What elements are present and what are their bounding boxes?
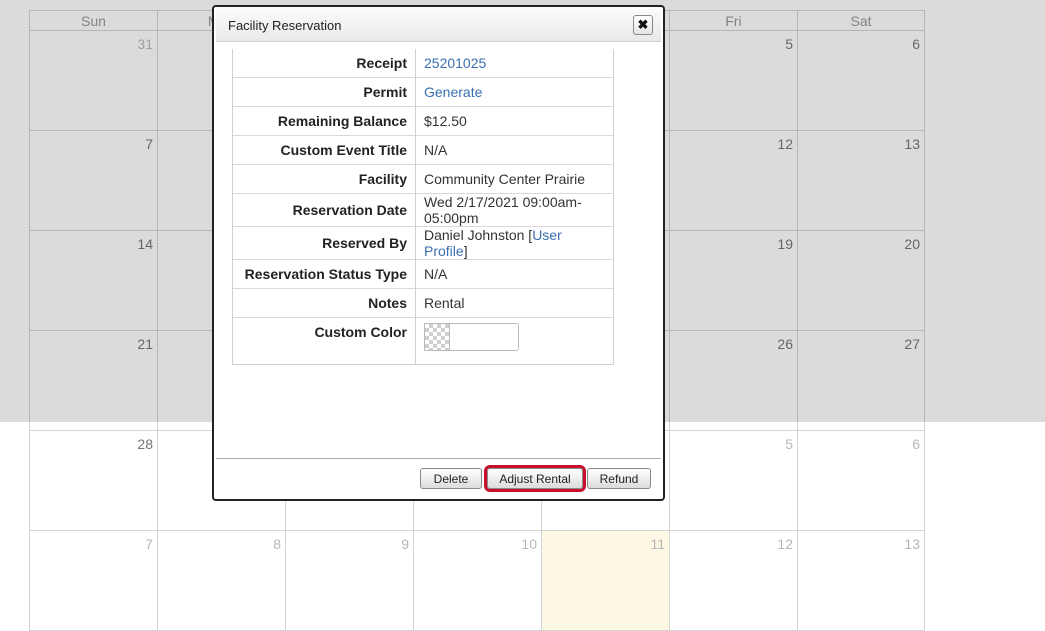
day-number: 5 <box>785 436 793 452</box>
notes-label: Notes <box>232 288 416 318</box>
day-number: 7 <box>145 536 153 552</box>
calendar-day-cell[interactable]: 10 <box>413 531 541 631</box>
calendar-day-cell[interactable]: 6 <box>797 431 925 531</box>
calendar-day-cell[interactable]: 7 <box>29 531 157 631</box>
close-icon[interactable]: ✖ <box>633 15 653 35</box>
dialog-header: Facility Reservation ✖ <box>216 9 661 42</box>
reservation-details-table: Receipt 25201025 Permit Generate Remaini… <box>232 49 614 365</box>
adjust-rental-button[interactable]: Adjust Rental <box>487 468 583 489</box>
calendar-day-cell[interactable]: 12 <box>669 531 797 631</box>
day-number: 10 <box>521 536 537 552</box>
remaining-balance-label: Remaining Balance <box>232 106 416 136</box>
custom-color-picker[interactable] <box>424 323 605 351</box>
day-number: 28 <box>137 436 153 452</box>
table-row: Custom Event Title N/A <box>232 135 614 165</box>
reservation-status-type-label: Reservation Status Type <box>232 259 416 289</box>
day-number: 9 <box>401 536 409 552</box>
bracket-close: ] <box>463 243 468 259</box>
table-row: Reserved By Daniel Johnston [User Profil… <box>232 226 614 260</box>
calendar-day-cell[interactable]: 8 <box>157 531 285 631</box>
receipt-label: Receipt <box>232 49 416 78</box>
custom-color-input[interactable] <box>449 323 519 351</box>
permit-label: Permit <box>232 77 416 107</box>
table-row: Reservation Status Type N/A <box>232 259 614 289</box>
table-row: Notes Rental <box>232 288 614 318</box>
calendar-day-cell[interactable]: 5 <box>669 431 797 531</box>
calendar-week-row: 7 8 9 10 11 12 13 <box>29 531 929 631</box>
table-row: Custom Color <box>232 317 614 365</box>
delete-button[interactable]: Delete <box>420 468 482 489</box>
facility-label: Facility <box>232 164 416 194</box>
reservation-date-value: Wed 2/17/2021 09:00am-05:00pm <box>415 193 614 227</box>
custom-event-title-label: Custom Event Title <box>232 135 416 165</box>
dialog-title: Facility Reservation <box>228 18 342 33</box>
reservation-status-type-value: N/A <box>415 259 614 289</box>
calendar-day-cell[interactable]: 11 <box>541 531 669 631</box>
custom-color-label: Custom Color <box>232 317 416 365</box>
day-number: 8 <box>273 536 281 552</box>
facility-value: Community Center Prairie <box>415 164 614 194</box>
reserved-by-value: Daniel Johnston [User Profile] <box>415 226 614 260</box>
day-number: 6 <box>912 436 920 452</box>
receipt-link[interactable]: 25201025 <box>424 55 486 71</box>
generate-permit-link[interactable]: Generate <box>424 84 482 100</box>
reservation-date-label: Reservation Date <box>232 193 416 227</box>
facility-reservation-dialog: Facility Reservation ✖ Receipt 25201025 … <box>212 5 665 501</box>
remaining-balance-value: $12.50 <box>415 106 614 136</box>
calendar-day-cell[interactable]: 28 <box>29 431 157 531</box>
table-row: Permit Generate <box>232 77 614 107</box>
reserved-by-label: Reserved By <box>232 226 416 260</box>
calendar-day-cell[interactable]: 9 <box>285 531 413 631</box>
dialog-footer: Delete Adjust Rental Refund <box>216 458 661 497</box>
day-number: 11 <box>650 536 665 552</box>
day-number: 13 <box>904 536 920 552</box>
table-row: Reservation Date Wed 2/17/2021 09:00am-0… <box>232 193 614 227</box>
table-row: Remaining Balance $12.50 <box>232 106 614 136</box>
table-row: Facility Community Center Prairie <box>232 164 614 194</box>
refund-button[interactable]: Refund <box>587 468 651 489</box>
color-swatch-icon[interactable] <box>424 323 449 351</box>
custom-event-title-value: N/A <box>415 135 614 165</box>
table-row: Receipt 25201025 <box>232 49 614 78</box>
calendar-day-cell[interactable]: 13 <box>797 531 925 631</box>
notes-value: Rental <box>415 288 614 318</box>
reserved-by-name: Daniel Johnston <box>424 227 525 243</box>
day-number: 12 <box>777 536 793 552</box>
